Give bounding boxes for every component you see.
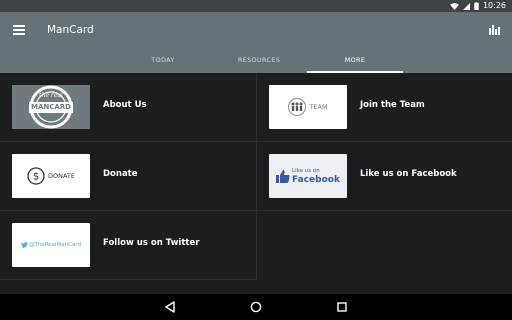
about-us-item[interactable]: the real MANCARD About Us (0, 73, 256, 142)
dollar-icon: $ (27, 167, 45, 185)
mancard-logo-text: MANCARD (31, 103, 71, 111)
wifi-icon (450, 2, 459, 10)
menu-icon[interactable] (13, 25, 25, 35)
status-icons: 10:26 (450, 1, 506, 11)
svg-text:$: $ (33, 172, 39, 183)
twitter-item[interactable]: @TheRealManCard Follow us on Twitter (0, 211, 256, 280)
donate-thumb-text: DONATE (47, 172, 75, 180)
thumbs-up-icon (276, 170, 290, 183)
facebook-label: Like us on Facebook (360, 169, 457, 179)
tab-resources[interactable]: RESOURCES (211, 50, 307, 73)
facebook-thumbnail: Like us on Facebook (269, 154, 347, 198)
status-time: 10:26 (482, 1, 506, 10)
about-us-label: About Us (103, 100, 147, 110)
recents-icon[interactable] (336, 301, 348, 313)
more-grid: the real MANCARD About Us TEAM Join the … (0, 73, 512, 281)
app-title: ManCard (47, 24, 94, 36)
facebook-thumb-line2: Facebook (292, 175, 340, 185)
join-team-label: Join the Team (360, 100, 425, 110)
app-bar: ManCard TODAY RESOURCES MORE (0, 12, 512, 73)
home-icon[interactable] (250, 301, 262, 313)
status-bar: 10:26 (0, 0, 512, 12)
tab-bar: TODAY RESOURCES MORE (115, 50, 403, 73)
donate-item[interactable]: $ DONATE Donate (0, 142, 256, 211)
join-team-item[interactable]: TEAM Join the Team (256, 73, 512, 142)
join-team-thumbnail: TEAM (269, 85, 347, 129)
back-icon[interactable] (164, 301, 176, 313)
tab-today[interactable]: TODAY (115, 50, 211, 73)
mancard-logo-small: the real (39, 92, 63, 99)
facebook-item[interactable]: Like us on Facebook Like us on Facebook (256, 142, 512, 211)
stats-icon[interactable] (489, 24, 500, 35)
navigation-bar (0, 294, 512, 320)
donate-thumbnail: $ DONATE (12, 154, 90, 198)
donate-label: Donate (103, 169, 138, 179)
team-thumb-text: TEAM (309, 103, 328, 111)
empty-cell (256, 211, 512, 280)
twitter-bird-icon (20, 242, 28, 248)
twitter-label: Follow us on Twitter (103, 238, 200, 248)
twitter-handle: @TheRealManCard (28, 242, 82, 248)
signal-icon (462, 2, 470, 10)
tab-more[interactable]: MORE (307, 50, 403, 73)
twitter-thumbnail: @TheRealManCard (12, 223, 90, 267)
team-people-icon (288, 98, 307, 116)
battery-icon (474, 2, 479, 10)
about-us-thumbnail: the real MANCARD (12, 85, 90, 129)
